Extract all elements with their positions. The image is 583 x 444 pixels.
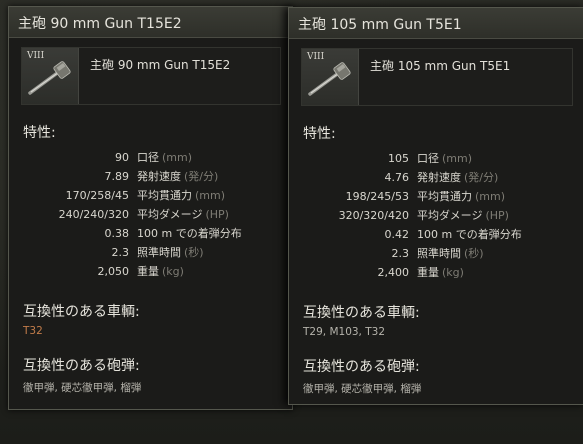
specs-heading: 特性:: [23, 125, 56, 141]
spec-value: 240/240/320: [58, 208, 129, 221]
spec-label: 平均貫通力 (mm): [417, 190, 506, 203]
gun-card: VIII 主砲 105 mm Gun T5E1: [301, 48, 573, 106]
spec-label: 平均ダメージ (HP): [137, 208, 229, 221]
panel-title: 主砲 90 mm Gun T15E2: [18, 16, 182, 32]
compatible-vehicles-list: T29, M103, T32: [303, 326, 386, 338]
spec-unit: (HP): [485, 209, 509, 222]
spec-unit: (mm): [442, 152, 473, 165]
gun-tooltip-panel-t15e2: 主砲 90 mm Gun T15E2 VIII 主砲 90 mm Gun T15…: [8, 6, 293, 410]
spec-row-dispersion: 0.42 100 m での着弾分布: [289, 225, 569, 244]
gun-tooltip-panel-t5e1: 主砲 105 mm Gun T5E1 VIII 主砲 105 mm Gun T5…: [288, 7, 583, 405]
spec-row-penetration: 198/245/53 平均貫通力 (mm): [289, 187, 569, 206]
specs-list: 90 口径 (mm) 7.89 発射速度 (発/分) 170/258/45 平均貫通…: [9, 148, 289, 281]
gun-thumbnail: VIII: [22, 48, 79, 104]
spec-value: 2.3: [391, 247, 410, 260]
spec-row-weight: 2,050 重量 (kg): [9, 262, 289, 281]
spec-row-damage: 320/320/420 平均ダメージ (HP): [289, 206, 569, 225]
compatible-vehicles-heading: 互換性のある車輌:: [23, 304, 140, 320]
compatible-vehicles-heading: 互換性のある車輌:: [303, 305, 420, 321]
compatible-ammo-heading: 互換性のある砲弾:: [23, 358, 140, 374]
gun-icon: [308, 62, 351, 96]
spec-unit: (mm): [475, 190, 506, 203]
gun-thumbnail: VIII: [302, 49, 359, 105]
spec-label: 照準時間 (秒): [417, 247, 484, 260]
panel-header: 主砲 105 mm Gun T5E1: [289, 8, 583, 39]
spec-value: 90: [115, 151, 129, 164]
spec-row-aim-time: 2.3 照準時間 (秒): [289, 244, 569, 263]
gun-card: VIII 主砲 90 mm Gun T15E2: [21, 47, 281, 105]
spec-unit: (kg): [162, 265, 184, 278]
spec-label: 100 m での着弾分布: [137, 227, 242, 240]
spec-label: 100 m での着弾分布: [417, 228, 522, 241]
spec-value: 198/245/53: [345, 190, 409, 203]
compatible-ammo-list: 徹甲弾, 硬芯徹甲弾, 榴弾: [23, 382, 142, 394]
spec-label: 口径 (mm): [417, 152, 473, 165]
panel-body: VIII 主砲 105 mm Gun T5E1 特性: 105 口径 (mm) 4…: [289, 39, 583, 404]
gun-name: 主砲 90 mm Gun T15E2: [90, 58, 231, 72]
spec-value: 2,400: [377, 266, 410, 279]
spec-label: 平均貫通力 (mm): [137, 189, 226, 202]
spec-unit: (mm): [162, 151, 193, 164]
specs-heading: 特性:: [303, 126, 336, 142]
panel-title: 主砲 105 mm Gun T5E1: [298, 17, 462, 33]
gun-icon: [28, 61, 71, 95]
spec-unit: (HP): [205, 208, 229, 221]
spec-value: 105: [388, 152, 409, 165]
spec-row-rate-of-fire: 7.89 発射速度 (発/分): [9, 167, 289, 186]
spec-row-weight: 2,400 重量 (kg): [289, 263, 569, 282]
compatible-vehicles-list: T32: [23, 325, 43, 337]
spec-value: 4.76: [384, 171, 410, 184]
spec-value: 2.3: [111, 246, 130, 259]
compatible-ammo-list: 徹甲弾, 硬芯徹甲弾, 榴弾: [303, 383, 422, 395]
spec-unit: (mm): [195, 189, 226, 202]
spec-label: 重量 (kg): [137, 265, 184, 278]
spec-value: 2,050: [97, 265, 130, 278]
spec-row-dispersion: 0.38 100 m での着弾分布: [9, 224, 289, 243]
spec-unit: (秒): [184, 246, 204, 259]
spec-label: 照準時間 (秒): [137, 246, 204, 259]
spec-row-aim-time: 2.3 照準時間 (秒): [9, 243, 289, 262]
spec-row-penetration: 170/258/45 平均貫通力 (mm): [9, 186, 289, 205]
spec-label: 発射速度 (発/分): [417, 171, 499, 184]
spec-value: 7.89: [104, 170, 130, 183]
spec-label: 口径 (mm): [137, 151, 193, 164]
spec-row-rate-of-fire: 4.76 発射速度 (発/分): [289, 168, 569, 187]
spec-label: 平均ダメージ (HP): [417, 209, 509, 222]
spec-unit: (秒): [464, 247, 484, 260]
spec-label: 重量 (kg): [417, 266, 464, 279]
spec-label: 発射速度 (発/分): [137, 170, 219, 183]
spec-unit: (kg): [442, 266, 464, 279]
spec-unit: (発/分): [464, 171, 499, 184]
spec-row-caliber: 105 口径 (mm): [289, 149, 569, 168]
spec-value: 0.38: [104, 227, 130, 240]
spec-value: 320/320/420: [338, 209, 409, 222]
spec-value: 170/258/45: [65, 189, 129, 202]
gun-name: 主砲 105 mm Gun T5E1: [370, 59, 511, 73]
spec-row-damage: 240/240/320 平均ダメージ (HP): [9, 205, 289, 224]
specs-list: 105 口径 (mm) 4.76 発射速度 (発/分) 198/245/53 平均貫…: [289, 149, 569, 282]
spec-row-caliber: 90 口径 (mm): [9, 148, 289, 167]
panel-header: 主砲 90 mm Gun T15E2: [9, 7, 292, 38]
spec-value: 0.42: [384, 228, 410, 241]
spec-unit: (発/分): [184, 170, 219, 183]
panel-body: VIII 主砲 90 mm Gun T15E2 特性: 90 口径 (mm) 7.…: [9, 38, 292, 409]
compatible-ammo-heading: 互換性のある砲弾:: [303, 359, 420, 375]
